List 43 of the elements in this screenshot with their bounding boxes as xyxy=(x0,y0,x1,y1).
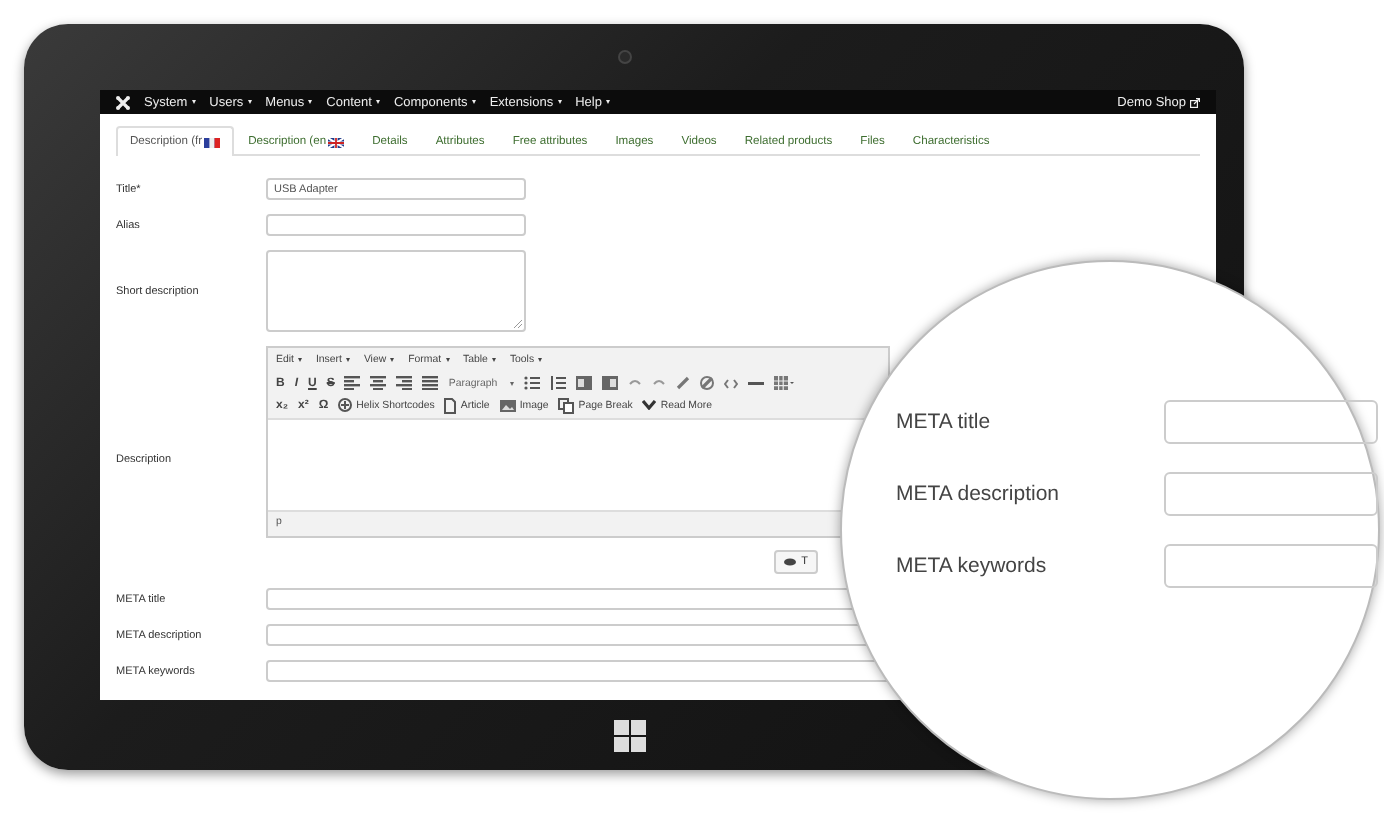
code-icon[interactable] xyxy=(723,377,738,389)
plus-circle-icon xyxy=(338,398,353,412)
windows-logo-icon xyxy=(614,719,646,751)
caret-icon xyxy=(308,100,313,104)
image-icon xyxy=(499,399,516,411)
caret-icon xyxy=(390,358,395,362)
external-link-icon xyxy=(1190,97,1200,107)
text-field[interactable] xyxy=(1163,472,1378,516)
camera-icon xyxy=(617,50,631,64)
caret-icon xyxy=(345,358,350,362)
flag-icon xyxy=(204,137,221,147)
justify-icon[interactable] xyxy=(422,376,439,390)
align-center-icon[interactable] xyxy=(370,376,387,390)
bullet-list-icon[interactable] xyxy=(523,376,540,390)
resize-grip-icon[interactable] xyxy=(514,320,522,328)
caret-icon xyxy=(557,100,562,104)
caret-icon xyxy=(445,358,450,362)
field-label: META title xyxy=(896,410,993,434)
caret-icon xyxy=(509,381,514,385)
logo-icon[interactable] xyxy=(116,95,130,109)
caret-icon xyxy=(491,358,496,362)
field-label: META keywords xyxy=(896,554,1049,578)
align-left-icon[interactable] xyxy=(344,376,361,390)
caret-icon xyxy=(538,358,543,362)
caret-icon xyxy=(297,358,302,362)
text-field[interactable] xyxy=(1163,400,1378,444)
caret-icon xyxy=(375,100,380,104)
field-label: META description xyxy=(896,482,1062,506)
outdent-icon[interactable] xyxy=(575,376,592,390)
caret-icon xyxy=(191,100,196,104)
numbered-list-icon[interactable] xyxy=(549,376,566,390)
indent-icon[interactable] xyxy=(601,376,618,390)
text-field[interactable] xyxy=(1163,544,1378,588)
table-icon[interactable] xyxy=(773,376,794,390)
caret-icon xyxy=(471,100,476,104)
document-icon xyxy=(444,397,457,413)
text-field[interactable] xyxy=(266,214,526,236)
align-right-icon[interactable] xyxy=(396,376,413,390)
copy-icon xyxy=(558,397,575,413)
caret-icon xyxy=(247,100,252,104)
caret-icon xyxy=(605,100,610,104)
chevron-icon xyxy=(642,400,657,410)
flag-icon xyxy=(328,137,345,147)
